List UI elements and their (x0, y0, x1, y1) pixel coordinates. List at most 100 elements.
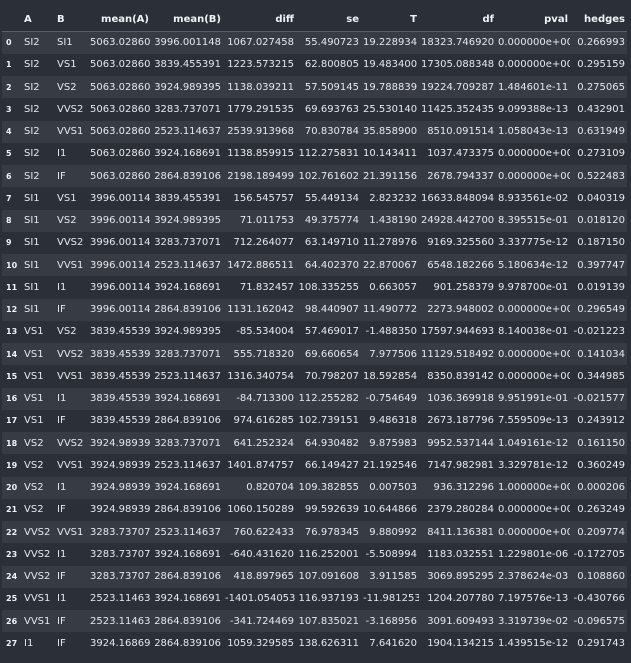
cell-se: 112.255282 (298, 393, 359, 405)
row-index: 25 (6, 594, 18, 604)
cell-pval: 9.951991e-01 (498, 393, 569, 405)
cell-hedges: -0.021577 (573, 393, 625, 405)
table-row: 27 I1 IF 3924.168691 2864.839106 1059.329585 1… (2, 632, 627, 655)
cell-b: VVS1 (57, 126, 84, 138)
table-row: 6 SI2 IF 5063.028606 2864.839106 2198.189499 1… (2, 165, 627, 188)
row-index: 27 (6, 638, 18, 648)
cell-mean-b: 3924.168691 (154, 393, 221, 405)
cell-mean-b: 3283.737071 (154, 237, 221, 249)
cell-mean-a: 3839.455391 (90, 393, 151, 405)
cell-pval: 0.000000e+00 (498, 37, 570, 49)
cell-diff: 641.252324 (233, 437, 294, 449)
cell-se: 99.592639 (304, 504, 359, 516)
cell-df: 17597.944693 (421, 326, 495, 338)
cell-hedges: 0.161150 (577, 437, 625, 449)
cell-a: VVS1 (24, 615, 51, 627)
cell-b: VVS1 (57, 459, 84, 471)
cell-hedges: -0.430766 (573, 593, 625, 605)
cell-t: 19.483400 (363, 59, 418, 71)
row-index: 6 (6, 171, 12, 181)
table-row: 9 SI1 VVS2 3996.001148 3283.737071 712.264077… (2, 231, 627, 254)
column-header-pval: pval (496, 8, 570, 32)
cell-mean-b: 2864.839106 (154, 415, 221, 427)
row-index: 0 (6, 38, 12, 48)
cell-diff: 2539.913968 (227, 126, 294, 138)
cell-df: 2273.948002 (427, 304, 494, 316)
table-row: 14 VS1 VVS2 3839.455391 3283.737071 555.71832… (2, 343, 627, 366)
cell-hedges: 0.000206 (577, 482, 625, 494)
cell-se: 102.761602 (298, 170, 359, 182)
cell-pval: 7.197576e-13 (498, 593, 569, 605)
cell-t: 3.911585 (369, 571, 417, 583)
cell-pval: 8.395515e-01 (498, 215, 569, 227)
table-row: 19 VS2 VVS1 3924.989395 2523.114637 1401.8747… (2, 454, 627, 477)
table-row: 15 VS1 VVS1 3839.455391 2523.114637 1316.3407… (2, 365, 627, 388)
cell-se: 107.835021 (298, 615, 359, 627)
cell-df: 19224.709287 (421, 81, 495, 93)
cell-a: I1 (24, 637, 34, 649)
cell-se: 69.660654 (304, 348, 359, 360)
cell-df: 2379.280284 (427, 504, 494, 516)
cell-a: VS2 (24, 482, 44, 494)
cell-a: SI1 (24, 281, 40, 293)
cell-mean-b: 2864.839106 (154, 615, 221, 627)
cell-a: SI1 (24, 237, 40, 249)
cell-hedges: 0.209774 (577, 526, 625, 538)
cell-diff: 1067.027458 (227, 37, 294, 49)
cell-mean-a: 3996.001148 (90, 215, 151, 227)
cell-hedges: 0.018120 (577, 215, 625, 227)
cell-df: 9169.325560 (427, 237, 494, 249)
table-row: 21 VS2 IF 3924.989395 2864.839106 1060.150289… (2, 498, 627, 521)
row-index: 18 (6, 438, 18, 448)
cell-se: 102.739151 (298, 415, 359, 427)
cell-diff: 712.264077 (233, 237, 294, 249)
cell-t: 18.592854 (363, 370, 418, 382)
cell-hedges: 0.344985 (577, 370, 625, 382)
table-row: 10 SI1 VVS1 3996.001148 2523.114637 1472.8865… (2, 254, 627, 277)
cell-hedges: 0.360249 (577, 459, 625, 471)
cell-b: VVS1 (57, 370, 84, 382)
cell-diff: 71.832457 (239, 281, 294, 293)
table-row: 5 SI2 I1 5063.028606 3924.168691 1138.859915 1… (2, 142, 627, 165)
cell-df: 8411.136381 (427, 526, 494, 538)
table-row: 17 VS1 IF 3839.455391 2864.839106 974.616285 1… (2, 409, 627, 432)
index-header (2, 8, 22, 32)
column-header-a: A (22, 8, 55, 32)
cell-diff: 0.820704 (246, 482, 294, 494)
cell-a: SI1 (24, 192, 40, 204)
cell-mean-a: 3839.455391 (90, 370, 151, 382)
cell-hedges: 0.432901 (577, 103, 625, 115)
cell-pval: 0.000000e+00 (498, 59, 570, 71)
cell-b: I1 (57, 593, 67, 605)
cell-diff: -640.431620 (229, 548, 294, 560)
cell-df: 901.258379 (433, 281, 494, 293)
cell-pval: 2.378624e-03 (498, 571, 569, 583)
cell-b: VVS2 (57, 437, 84, 449)
cell-hedges: 0.522483 (577, 170, 625, 182)
cell-se: 70.798207 (304, 370, 359, 382)
table-row: 13 VS1 VS2 3839.455391 3924.989395 -85.534004… (2, 320, 627, 343)
cell-mean-a: 5063.028606 (90, 81, 151, 93)
cell-t: 1.438190 (369, 215, 417, 227)
cell-pval: 1.484601e-11 (498, 81, 569, 93)
cell-pval: 9.978700e-01 (498, 281, 569, 293)
row-index: 17 (6, 416, 18, 426)
cell-diff: 1779.291535 (227, 103, 294, 115)
cell-df: 1037.473375 (427, 148, 494, 160)
cell-b: I1 (57, 281, 67, 293)
cell-b: I1 (57, 482, 67, 494)
cell-se: 57.509145 (304, 81, 359, 93)
cell-mean-a: 5063.028606 (90, 103, 151, 115)
table-row: 4 SI2 VVS1 5063.028606 2523.114637 2539.91396… (2, 120, 627, 143)
cell-a: SI1 (24, 259, 40, 271)
row-index: 20 (6, 483, 18, 493)
cell-t: 19.228934 (363, 37, 418, 49)
cell-df: 3069.895295 (427, 571, 494, 583)
cell-a: VVS1 (24, 593, 51, 605)
cell-se: 108.335255 (298, 281, 359, 293)
cell-diff: 156.545757 (233, 192, 294, 204)
cell-df: 16633.848094 (421, 192, 495, 204)
cell-a: VS2 (24, 504, 44, 516)
cell-diff: 1472.886511 (227, 259, 294, 271)
cell-df: 1036.369918 (427, 393, 494, 405)
